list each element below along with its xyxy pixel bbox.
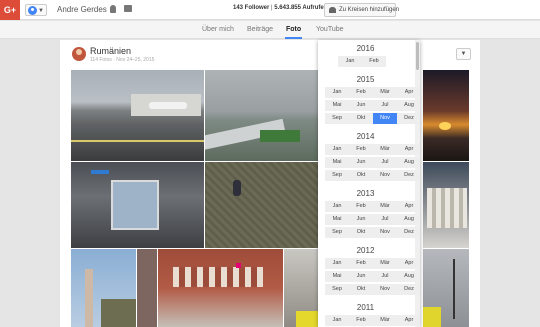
album-menu-button[interactable]: ▼ [456,48,471,60]
month-button-2011-Mär[interactable]: Mär [373,315,397,326]
month-button-2014-Okt[interactable]: Okt [349,170,373,181]
photo-street-corner[interactable] [423,249,469,327]
month-button-2011-Apr[interactable]: Apr [397,315,420,326]
month-button-2015-Feb[interactable]: Feb [349,87,373,98]
year-heading-2015: 2015 [356,75,375,84]
month-button-2014-Jun[interactable]: Jun [349,157,373,168]
account-menu-button[interactable]: ▼ [25,4,47,16]
month-button-2013-Okt[interactable]: Okt [349,227,373,238]
month-button-2012-Okt[interactable]: Okt [349,284,373,295]
profile-tabs: Über mich Beiträge Foto YouTube [0,21,540,39]
view-count: 5.643.855 Aufrufe [274,5,324,11]
photo-airport-plane[interactable] [71,70,204,161]
month-button-2015-Apr[interactable]: Apr [397,87,420,98]
dropdown-scroll-thumb[interactable] [416,42,419,70]
month-button-2015-Jun[interactable]: Jun [349,100,373,111]
month-button-2013-Sep[interactable]: Sep [325,227,349,238]
month-button-2013-Apr[interactable]: Apr [397,201,420,212]
top-bar: G+ ▼ Andre Gerdes 143 Follower | 5.643.8… [0,0,540,20]
month-button-2015-Sep[interactable]: Sep [325,113,349,124]
month-button-2011-Feb[interactable]: Feb [349,315,373,326]
add-person-icon [329,7,336,13]
month-button-2013-Jun[interactable]: Jun [349,214,373,225]
year-heading-2011: 2011 [356,303,375,312]
month-button-2012-Apr[interactable]: Apr [397,258,420,269]
month-button-2014-Nov[interactable]: Nov [373,170,397,181]
google-plus-logo[interactable]: G+ [0,0,20,20]
tab-about[interactable]: Über mich [202,26,234,33]
year-heading-2016: 2016 [356,44,375,53]
album-title[interactable]: Rumänien [90,46,131,56]
month-button-2012-Mär[interactable]: Mär [373,258,397,269]
profile-stats: 143 Follower | 5.643.855 Aufrufe [233,5,324,11]
month-button-2014-Aug[interactable]: Aug [397,157,420,168]
month-button-2014-Mär[interactable]: Mär [373,144,397,155]
album-meta: 114 Fotos · Nov 24–25, 2015 [90,57,155,63]
month-button-2014-Apr[interactable]: Apr [397,144,420,155]
photo-facade[interactable] [423,162,469,248]
month-button-2015-Okt[interactable]: Okt [349,113,373,124]
photo-sunset[interactable] [423,70,469,161]
chevron-down-icon: ▼ [38,8,44,14]
month-button-2012-Jan[interactable]: Jan [325,258,349,269]
month-button-2015-Dez[interactable]: Dez [397,113,420,124]
tab-photos[interactable]: Foto [286,26,301,33]
tab-youtube[interactable]: YouTube [316,26,344,33]
month-button-2016-Feb[interactable]: Feb [362,56,386,67]
month-button-2012-Dez[interactable]: Dez [397,284,420,295]
chat-icon[interactable] [124,5,132,12]
follower-count: 143 Follower [233,5,270,11]
month-button-2014-Sep[interactable]: Sep [325,170,349,181]
month-button-2013-Aug[interactable]: Aug [397,214,420,225]
photo-building-edge[interactable] [137,249,157,327]
add-to-circles-button[interactable]: Zu Kreisen hinzufügen [324,3,400,17]
month-button-2015-Nov[interactable]: Nov [373,113,397,124]
month-button-2014-Mai[interactable]: Mai [325,157,349,168]
month-button-2014-Jul[interactable]: Jul [373,157,397,168]
month-button-2014-Jan[interactable]: Jan [325,144,349,155]
month-button-2013-Dez[interactable]: Dez [397,227,420,238]
month-button-2013-Jul[interactable]: Jul [373,214,397,225]
month-button-2015-Jul[interactable]: Jul [373,100,397,111]
month-button-2013-Feb[interactable]: Feb [349,201,373,212]
month-button-2015-Mai[interactable]: Mai [325,100,349,111]
photo-telekom-building[interactable] [158,249,283,327]
month-button-2012-Jun[interactable]: Jun [349,271,373,282]
add-to-circles-label: Zu Kreisen hinzufügen [339,7,400,13]
month-button-2013-Jan[interactable]: Jan [325,201,349,212]
photo-aerial-wing[interactable] [205,70,318,161]
month-button-2011-Jan[interactable]: Jan [325,315,349,326]
month-button-2014-Feb[interactable]: Feb [349,144,373,155]
month-button-2012-Sep[interactable]: Sep [325,284,349,295]
notification-bell-icon[interactable] [110,5,116,13]
month-button-2013-Nov[interactable]: Nov [373,227,397,238]
profile-name: Andre Gerdes [57,5,107,14]
month-button-2015-Jan[interactable]: Jan [325,87,349,98]
month-button-2012-Jul[interactable]: Jul [373,271,397,282]
year-heading-2013: 2013 [356,189,375,198]
month-button-2015-Mär[interactable]: Mär [373,87,397,98]
active-tab-indicator [285,37,302,39]
month-button-2014-Dez[interactable]: Dez [397,170,420,181]
person-icon [28,6,37,15]
month-button-2013-Mär[interactable]: Mär [373,201,397,212]
photo-terminal-doors[interactable] [71,162,204,248]
photo-people-walking[interactable] [205,162,318,248]
month-button-2012-Aug[interactable]: Aug [397,271,420,282]
year-heading-2014: 2014 [356,132,375,141]
month-button-2016-Jan[interactable]: Jan [338,56,362,67]
tab-posts[interactable]: Beiträge [247,26,273,33]
date-picker-dropdown[interactable]: 2016 Jan Feb 2015 Jan Feb Mär Apr Mai Jun Jul Aug Se… [318,40,420,327]
stats-separator: | [271,5,273,11]
month-button-2013-Mai[interactable]: Mai [325,214,349,225]
month-button-2012-Nov[interactable]: Nov [373,284,397,295]
photo-church-tower[interactable] [71,249,136,327]
photo-street-taxi[interactable] [284,249,318,327]
month-button-2012-Mai[interactable]: Mai [325,271,349,282]
chevron-down-icon: ▼ [460,51,467,57]
avatar [72,47,86,61]
year-heading-2012: 2012 [356,246,375,255]
month-button-2012-Feb[interactable]: Feb [349,258,373,269]
month-button-2015-Aug[interactable]: Aug [397,100,420,111]
